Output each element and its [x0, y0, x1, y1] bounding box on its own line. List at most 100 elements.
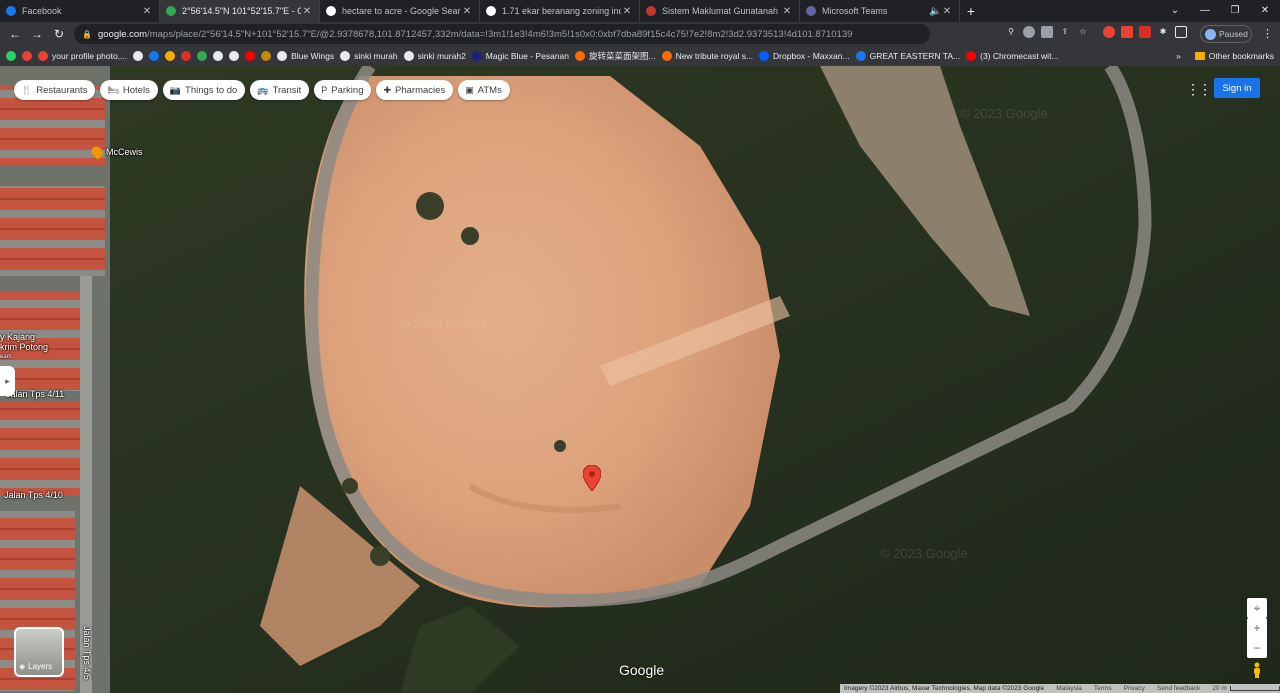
map-attribution: Imagery ©2023 Airbus, Maxar Technologies…: [840, 684, 1280, 693]
extension-gmail-icon[interactable]: [1121, 26, 1133, 38]
place-label-kajang[interactable]: y Kajang krim Potong eam: [0, 332, 48, 362]
bookmark-item[interactable]: [181, 51, 192, 61]
sign-in-button[interactable]: Sign in: [1214, 78, 1260, 98]
back-button[interactable]: ←: [4, 27, 26, 41]
side-panel-icon[interactable]: [1175, 26, 1187, 38]
extension-box-icon[interactable]: [1139, 26, 1151, 38]
chip-parking[interactable]: P Parking: [314, 80, 372, 100]
tab-strip: Facebook ✕ 2°56'14.5"N 101°52'15.7"E - Go…: [0, 0, 1280, 22]
reload-button[interactable]: ↻: [48, 27, 70, 41]
map-view[interactable]: © 2023 Google © 2023 Google © 2023 Googl…: [0, 66, 1280, 693]
zoom-controls: + −: [1247, 618, 1267, 658]
crosshair-icon: ⌖: [1253, 601, 1261, 615]
location-icon[interactable]: ⚲: [1005, 26, 1017, 38]
close-tab-icon[interactable]: ✕: [301, 6, 313, 17]
minimize-icon[interactable]: —: [1190, 0, 1220, 22]
address-bar[interactable]: 🔒 google.com/maps/place/2°56'14.5"N+101°…: [74, 24, 930, 44]
bookmark-item[interactable]: [261, 51, 272, 61]
chip-atms[interactable]: ▣ ATMs: [458, 80, 510, 100]
chip-pharmacies[interactable]: ✚ Pharmacies: [376, 80, 454, 100]
place-label-mccewis[interactable]: McCewis: [89, 144, 143, 160]
chip-restaurants[interactable]: 🍴 Restaurants: [14, 80, 96, 100]
bookmark-item[interactable]: Blue Wings: [277, 51, 334, 61]
bookmark-item[interactable]: [213, 51, 224, 61]
chevron-more-icon[interactable]: »: [1176, 51, 1181, 61]
share-icon[interactable]: ⇪: [1059, 26, 1071, 38]
bookmark-item[interactable]: sinki murah2: [403, 51, 466, 61]
close-tab-icon[interactable]: ✕: [781, 6, 793, 17]
new-tab-button[interactable]: +: [960, 0, 982, 22]
bookmark-item[interactable]: [149, 51, 160, 61]
bookmark-item[interactable]: your profile photo,...: [38, 51, 127, 61]
watermark-text: © 2023 Google: [880, 546, 968, 561]
pegman-icon[interactable]: [1251, 662, 1263, 678]
tab-microsoft-teams[interactable]: Microsoft Teams 🔈 ✕: [800, 0, 960, 22]
expand-side-panel-button[interactable]: ▸: [0, 366, 15, 396]
tab-hectare-search[interactable]: hectare to acre - Google Search ✕: [320, 0, 480, 22]
zoom-out-button[interactable]: −: [1247, 638, 1267, 658]
bookmark-item[interactable]: Magic Blue - Pesanan: [471, 51, 569, 61]
bookmark-item[interactable]: sinki murah: [340, 51, 398, 61]
send-feedback-link[interactable]: Send feedback: [1157, 685, 1200, 692]
profile-button[interactable]: Paused: [1200, 25, 1252, 43]
bookmark-favicon-icon: [403, 51, 414, 61]
bookmark-item[interactable]: [133, 51, 144, 61]
tab-search-icon[interactable]: ⌄: [1160, 0, 1190, 22]
layers-button[interactable]: ◈ Layers: [14, 627, 64, 677]
bus-icon: 🚌: [257, 84, 269, 95]
category-chips: 🍴 Restaurants 🛏 Hotels 📷 Things to do 🚌 Transit…: [14, 80, 510, 100]
tab-ekar-search[interactable]: 1.71 ekar beranang zoning indus ✕: [480, 0, 640, 22]
bookmark-item[interactable]: [22, 51, 32, 61]
tab-sistem-maklumat[interactable]: Sistem Maklumat Gunatanah Per✕: [640, 0, 800, 22]
other-bookmarks[interactable]: » Other bookmarks: [1172, 46, 1274, 66]
bookmark-item[interactable]: [245, 51, 256, 61]
terms-link[interactable]: Terms: [1094, 685, 1112, 692]
bookmark-favicon-icon: [759, 51, 770, 61]
forward-button[interactable]: →: [26, 27, 48, 41]
chip-transit[interactable]: 🚌 Transit: [250, 80, 310, 100]
chip-hotels[interactable]: 🛏 Hotels: [100, 80, 158, 100]
bookmark-item[interactable]: GREAT EASTERN TA...: [855, 51, 960, 61]
chrome-menu-icon[interactable]: ⋮: [1262, 27, 1273, 40]
close-tab-icon[interactable]: ✕: [621, 6, 633, 17]
bookmark-item[interactable]: New tribute royal s...: [661, 51, 753, 61]
location-pin-icon[interactable]: [583, 465, 601, 491]
my-location-button[interactable]: ⌖: [1247, 598, 1267, 618]
close-tab-icon[interactable]: ✕: [461, 6, 473, 17]
chevron-right-icon: ▸: [5, 375, 10, 386]
bookmark-item[interactable]: [165, 51, 176, 61]
extensions-puzzle-icon[interactable]: ✱: [1157, 26, 1169, 38]
bookmark-favicon-icon: [197, 51, 208, 61]
install-app-icon[interactable]: [1041, 26, 1053, 38]
close-window-icon[interactable]: ✕: [1250, 0, 1280, 22]
chip-things-to-do[interactable]: 📷 Things to do: [162, 80, 246, 100]
bookmark-item[interactable]: 旋转菜菜面架图...: [574, 50, 656, 62]
bookmark-item[interactable]: [197, 51, 208, 61]
extension-red-icon[interactable]: [1103, 26, 1115, 38]
tab-google-maps[interactable]: 2°56'14.5"N 101°52'15.7"E - Goo ✕: [160, 0, 320, 22]
bookmark-favicon-icon: [165, 51, 176, 61]
close-tab-icon[interactable]: ✕: [141, 6, 153, 17]
bookmark-favicon-icon: [966, 51, 977, 61]
privacy-link[interactable]: Privacy: [1124, 685, 1145, 692]
avatar: [1205, 28, 1216, 40]
mute-tab-icon[interactable]: 🔈: [929, 6, 941, 17]
restore-icon[interactable]: ❐: [1220, 0, 1250, 22]
country-link[interactable]: Malaysia: [1056, 685, 1082, 692]
bookmark-star-icon[interactable]: ☆: [1077, 26, 1089, 38]
bookmark-favicon-icon: [245, 51, 256, 61]
scale-bar[interactable]: 20 m: [1212, 685, 1280, 692]
google-lens-icon[interactable]: [1023, 26, 1035, 38]
window-controls: ⌄ — ❐ ✕: [1160, 0, 1280, 22]
tab-facebook[interactable]: Facebook ✕: [0, 0, 160, 22]
bookmark-item[interactable]: [6, 51, 16, 61]
bookmark-favicon-icon: [261, 51, 272, 61]
bed-icon: 🛏: [107, 84, 119, 95]
bookmark-item[interactable]: Dropbox - Maxxan...: [759, 51, 850, 61]
bookmark-item[interactable]: [229, 51, 240, 61]
camera-icon: 📷: [169, 84, 182, 95]
close-tab-icon[interactable]: ✕: [941, 6, 953, 17]
zoom-in-button[interactable]: +: [1247, 618, 1267, 638]
bookmark-item[interactable]: (3) Chromecast wit...: [966, 51, 1059, 61]
browser-chrome: Facebook ✕ 2°56'14.5"N 101°52'15.7"E - Go…: [0, 0, 1280, 66]
